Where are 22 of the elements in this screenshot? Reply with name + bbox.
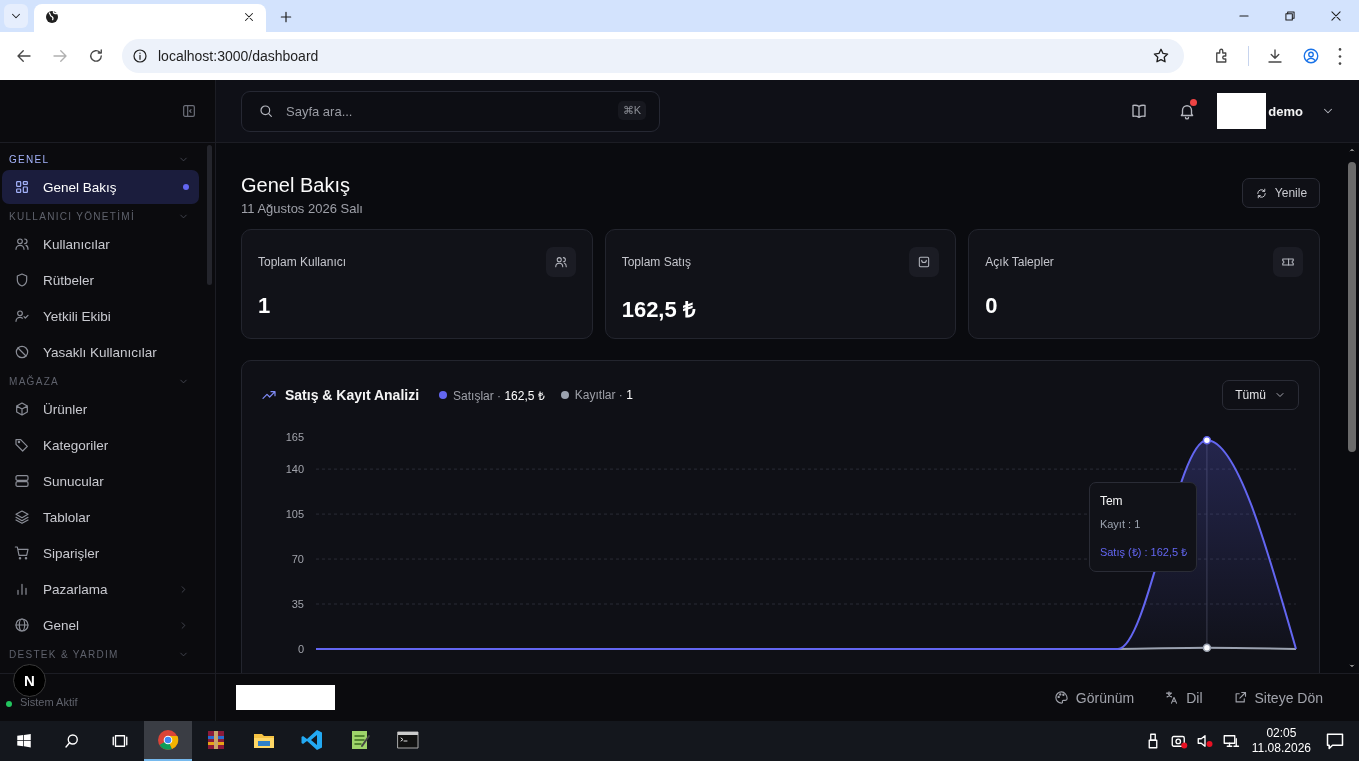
tooltip-line: Kayıt : 1: [1099, 518, 1142, 530]
y-axis-label: 0: [297, 643, 304, 655]
legend-text: Kayıtlar · 1: [574, 388, 633, 402]
y-axis-label: 165: [285, 431, 304, 443]
status-text: Sistem Aktif: [20, 697, 78, 707]
page-title: Genel Bakış: [241, 173, 351, 197]
page-date: 11 Ağustos 2026 Salı: [241, 201, 363, 216]
legend-text: Satışlar · 162,5 ₺: [453, 387, 545, 404]
y-axis-label: 105: [285, 508, 304, 521]
stat-label: Toplam Satış: [621, 255, 692, 269]
y-axis-label: 35: [291, 598, 304, 611]
stat-value: 1: [258, 293, 272, 319]
tooltip-line: Satış (₺) : 162,5 ₺: [1099, 545, 1186, 559]
stat-value: 0: [985, 293, 999, 319]
stat-value: 162,5 ₺: [621, 296, 697, 323]
stat-label: Açık Talepler: [985, 255, 1054, 269]
chart-title: Satış & Kayıt Analizi: [285, 387, 420, 403]
url-text: localhost:3000/dashboard: [158, 48, 319, 64]
stat-label: Toplam Kullanıcı: [258, 255, 347, 269]
tooltip-title: Tem: [1099, 494, 1124, 508]
y-axis-label: 140: [285, 463, 304, 476]
y-axis-label: 70: [291, 553, 304, 566]
